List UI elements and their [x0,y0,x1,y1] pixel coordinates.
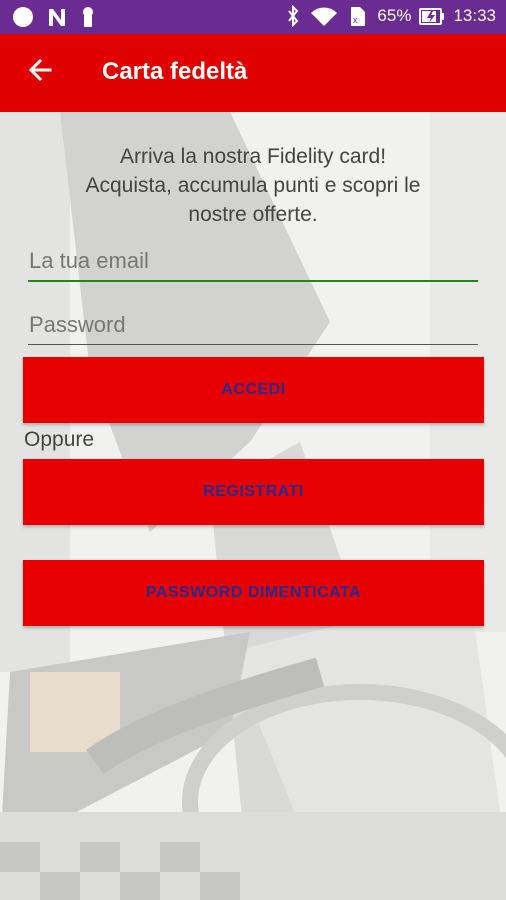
clock: 13:33 [453,6,496,25]
login-button[interactable]: ACCEDI [23,357,484,423]
email-underline [28,280,478,282]
intro-line-2: Acquista, accumula punti e scopri le [85,174,421,197]
intro-text: Arriva la nostra Fidelity card! Acquista… [20,142,486,229]
keyhole-notification-icon [83,7,93,27]
email-field[interactable] [28,243,479,279]
password-underline [28,344,478,345]
intro-line-3: nostre offerte. [188,203,318,226]
battery-percentage: 65% [377,6,412,25]
status-bar: x 65% 13:33 [0,0,506,34]
register-button[interactable]: REGISTRATI [23,459,484,525]
status-left-icons [12,6,96,28]
wifi-icon [311,7,338,26]
back-arrow-icon[interactable] [24,54,56,86]
bluetooth-icon [288,5,299,27]
status-right-icons: x 65% 13:33 [285,5,496,27]
or-separator: Oppure [24,428,95,451]
svg-text:x: x [353,15,358,25]
battery-charging-icon [419,8,445,25]
password-field[interactable] [28,307,479,343]
app-bar: Carta fedeltà [0,34,506,112]
n-notification-icon [49,9,65,26]
sim-card-icon: x [351,7,366,26]
intro-line-1: Arriva la nostra Fidelity card! [119,145,387,168]
page-title: Carta fedeltà [102,58,248,85]
circle-notification-icon [13,7,33,27]
main-content: Arriva la nostra Fidelity card! Acquista… [0,112,506,900]
forgot-password-button[interactable]: PASSWORD DIMENTICATA [23,560,484,626]
